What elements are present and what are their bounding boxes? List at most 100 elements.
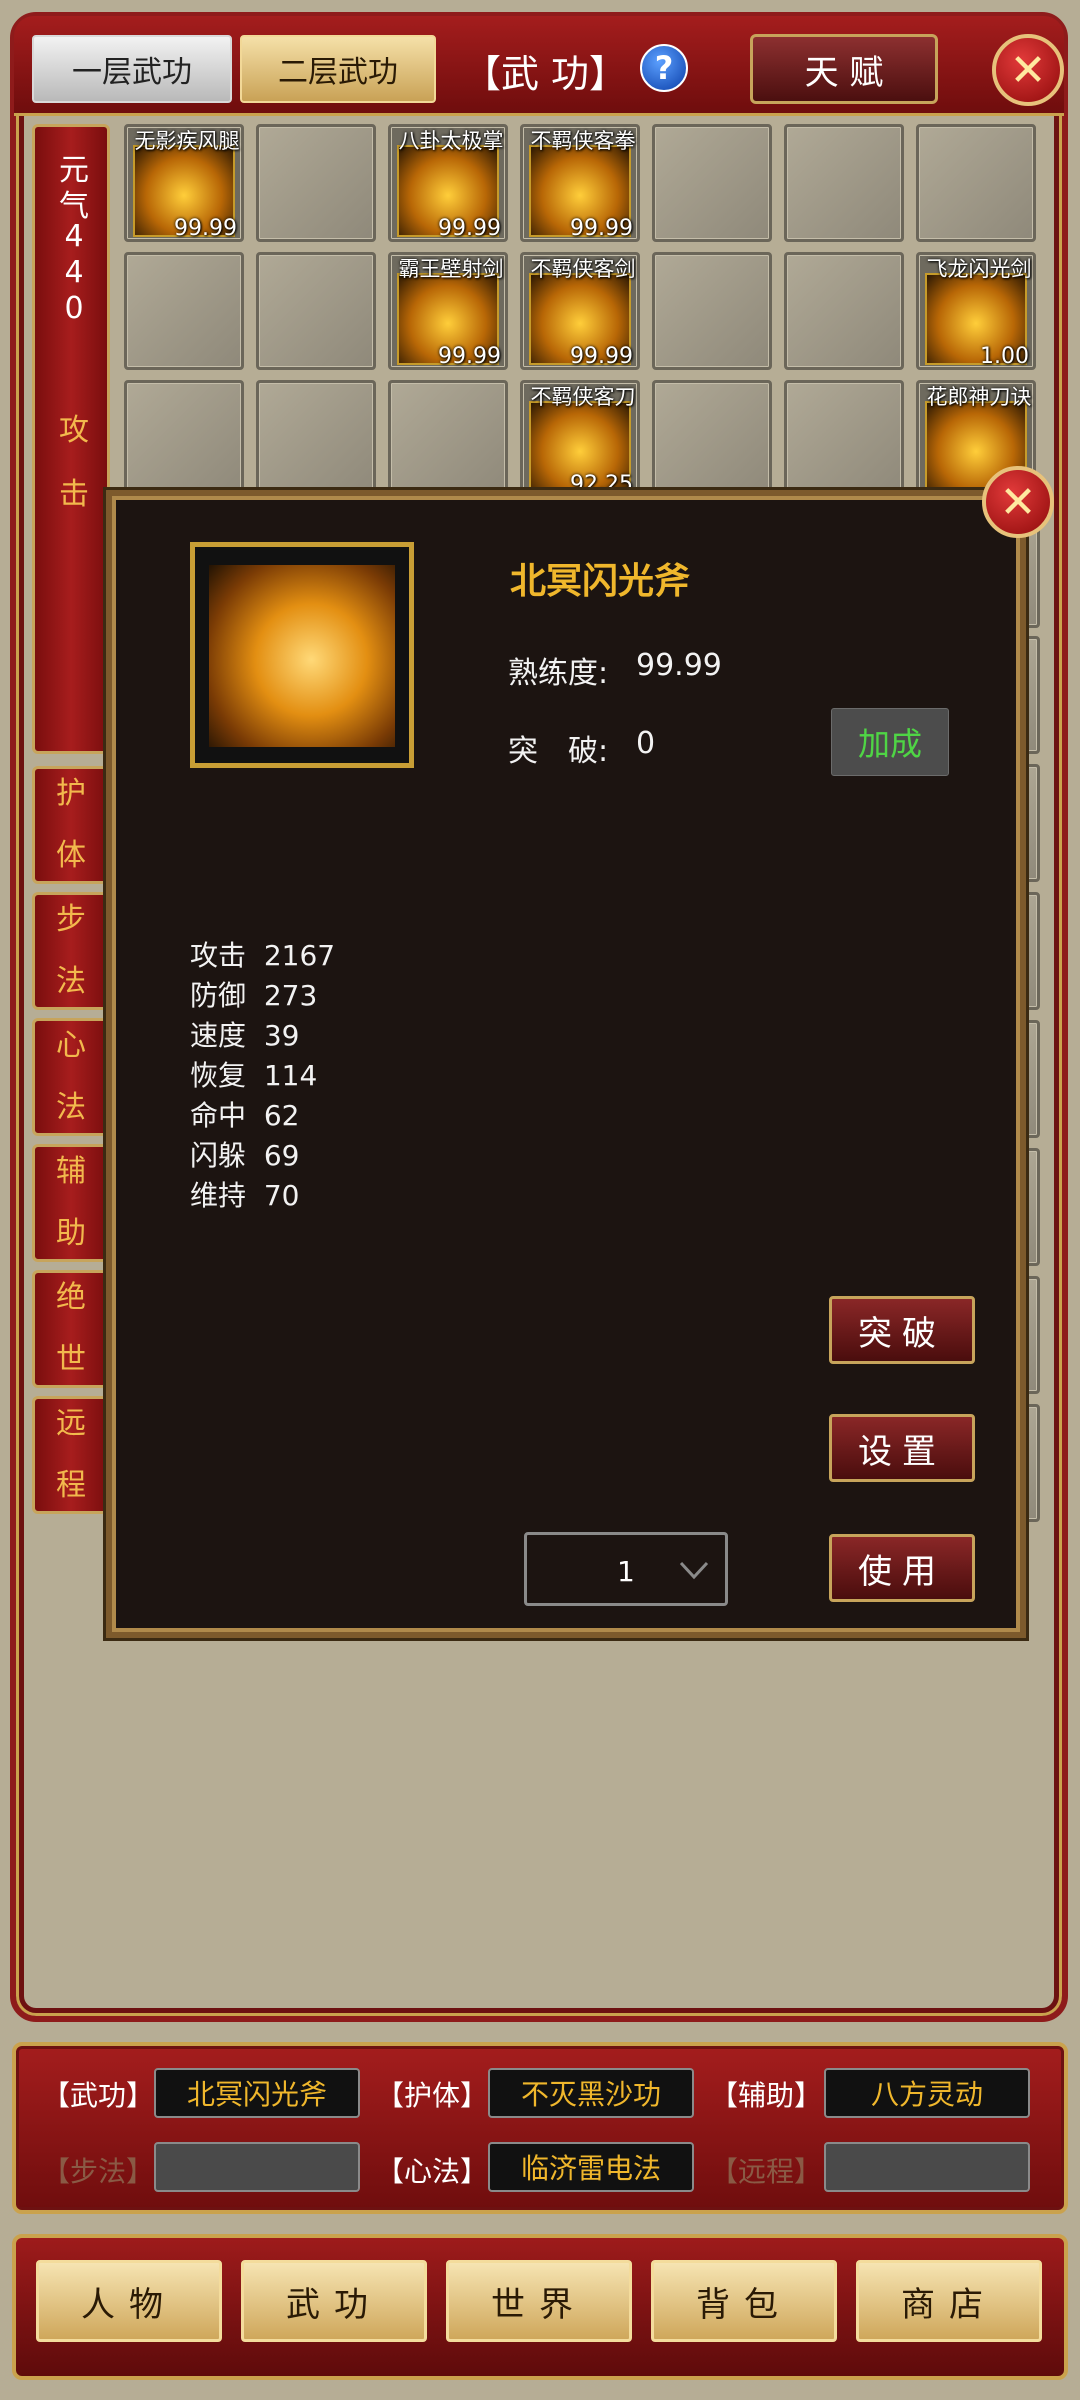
breakthrough-button[interactable]: 突破 [829,1296,975,1364]
stat-value: 2167 [263,939,336,972]
empty-slot[interactable] [256,124,376,242]
tab-layer-two[interactable]: 二层武功 [240,35,436,103]
stat-value: 69 [263,1139,300,1172]
skill-proficiency: 99.99 [174,216,237,241]
equip-slot-fuzhu[interactable]: 八方灵动 [824,2068,1030,2118]
stat-row: 攻击 2167 [190,934,335,974]
nav-world[interactable]: 世界 [446,2260,632,2342]
empty-slot[interactable] [652,380,772,498]
skill-proficiency: 99.99 [438,344,501,369]
martial-arts-screen: 一层武功 二层武功 【武 功】 ? 天 赋 ✕ 元 气 4 4 0 攻 击 护体… [0,0,1080,2400]
stat-value: 39 [263,1019,300,1052]
proficiency-label: 熟练度: [508,656,609,691]
energy-strip: 元 气 4 4 0 攻 击 [32,124,110,754]
equip-slot-bufa[interactable] [154,2142,360,2192]
skill-detail-popup: 北冥闪光斧 熟练度: 99.99 突 破: 0 加成 攻击 2167 防御 27… [106,490,1026,1638]
empty-slot[interactable] [784,252,904,370]
empty-slot[interactable] [652,252,772,370]
tab-footwork[interactable]: 步法 [32,892,110,1010]
stat-row: 速度 39 [190,1014,299,1054]
skill-name: 不羁侠客剑 [530,257,636,281]
empty-slot[interactable] [784,124,904,242]
close-icon[interactable]: ✕ [992,34,1064,106]
equip-label-huti: 【护体】 [376,2079,489,2112]
stat-value: 114 [263,1059,318,1092]
empty-slot[interactable] [256,380,376,498]
equip-slot-huti[interactable]: 不灭黑沙功 [488,2068,694,2118]
tab-label: 步 [56,902,86,937]
energy-digit-1: 4 [64,219,84,254]
skill-slot[interactable]: 不羁侠客剑 99.99 [520,252,640,370]
stat-label: 恢复 [190,1059,247,1092]
tab-label: 绝 [56,1280,86,1315]
talent-button[interactable]: 天 赋 [750,34,938,104]
nav-shop[interactable]: 商店 [856,2260,1042,2342]
skill-slot[interactable]: 无影疾风腿 99.99 [124,124,244,242]
equip-label-bufa: 【步法】 [42,2155,155,2188]
empty-slot[interactable] [652,124,772,242]
empty-slot[interactable] [124,380,244,498]
equip-label-fuzhu: 【辅助】 [710,2079,823,2112]
tab-mind[interactable]: 心法 [32,1018,110,1136]
tab-label: 护 [56,776,86,811]
quantity-select[interactable]: 1 [524,1532,728,1606]
page-title: 【武 功】 [462,51,628,96]
stat-label: 闪躲 [190,1139,247,1172]
tab-label: 世 [56,1342,86,1377]
tab-ultimate[interactable]: 绝世 [32,1270,110,1388]
equip-slot-wugong[interactable]: 北冥闪光斧 [154,2068,360,2118]
tab-layer-one[interactable]: 一层武功 [32,35,232,103]
help-icon[interactable]: ? [640,44,688,92]
skill-slot[interactable]: 不羁侠客刀 92.25 [520,380,640,498]
skill-icon-frame [190,542,414,768]
skill-name: 无影疾风腿 [134,129,240,153]
stat-row: 恢复 114 [190,1054,317,1094]
tab-protection[interactable]: 护体 [32,766,110,884]
stat-label: 防御 [190,979,247,1012]
stat-row: 维持 70 [190,1174,299,1214]
stat-value: 62 [263,1099,300,1132]
nav-backpack[interactable]: 背包 [651,2260,837,2342]
empty-slot[interactable] [388,380,508,498]
stat-label: 命中 [190,1099,247,1132]
bonus-button[interactable]: 加成 [831,708,949,776]
skill-slot[interactable]: 飞龙闪光剑 1.00 [916,252,1036,370]
tab-label: 法 [56,1090,86,1125]
use-button[interactable]: 使用 [829,1534,975,1602]
equip-label-yuancheng: 【远程】 [710,2155,823,2188]
settings-button[interactable]: 设置 [829,1414,975,1482]
nav-martial-arts[interactable]: 武功 [241,2260,427,2342]
stat-value: 273 [263,979,318,1012]
tab-assist[interactable]: 辅助 [32,1144,110,1262]
skill-name: 不羁侠客拳 [530,129,636,153]
popup-close-icon[interactable]: ✕ [982,466,1054,538]
category-attack-1[interactable]: 攻 [35,405,113,449]
empty-slot[interactable] [124,252,244,370]
equip-slot-yuancheng[interactable] [824,2142,1030,2192]
tab-ranged[interactable]: 远程 [32,1396,110,1514]
stat-label: 维持 [190,1179,247,1212]
skill-proficiency: 99.99 [438,216,501,241]
skill-name: 霸王壁射剑 [398,257,504,281]
empty-slot[interactable] [784,380,904,498]
skill-name: 飞龙闪光剑 [926,257,1032,281]
skill-proficiency: 1.00 [980,344,1029,369]
breakthrough-value: 0 [636,726,656,761]
category-attack-2[interactable]: 击 [35,469,113,513]
skill-name: 不羁侠客刀 [530,385,636,409]
stat-row: 命中 62 [190,1094,299,1134]
stat-row: 防御 273 [190,974,317,1014]
chevron-down-icon [679,1561,709,1580]
skill-slot[interactable]: 八卦太极掌 99.99 [388,124,508,242]
tab-label: 远 [56,1406,86,1441]
tab-label: 心 [56,1028,86,1063]
skill-slot[interactable]: 霸王壁射剑 99.99 [388,252,508,370]
empty-slot[interactable] [256,252,376,370]
tab-label: 助 [56,1216,86,1251]
equip-slot-xinfa[interactable]: 临济雷电法 [488,2142,694,2192]
skill-proficiency: 99.99 [570,344,633,369]
empty-slot[interactable] [916,124,1036,242]
skill-slot[interactable]: 不羁侠客拳 99.99 [520,124,640,242]
nav-character[interactable]: 人物 [36,2260,222,2342]
skill-name: 花郎神刀诀 [926,385,1032,409]
